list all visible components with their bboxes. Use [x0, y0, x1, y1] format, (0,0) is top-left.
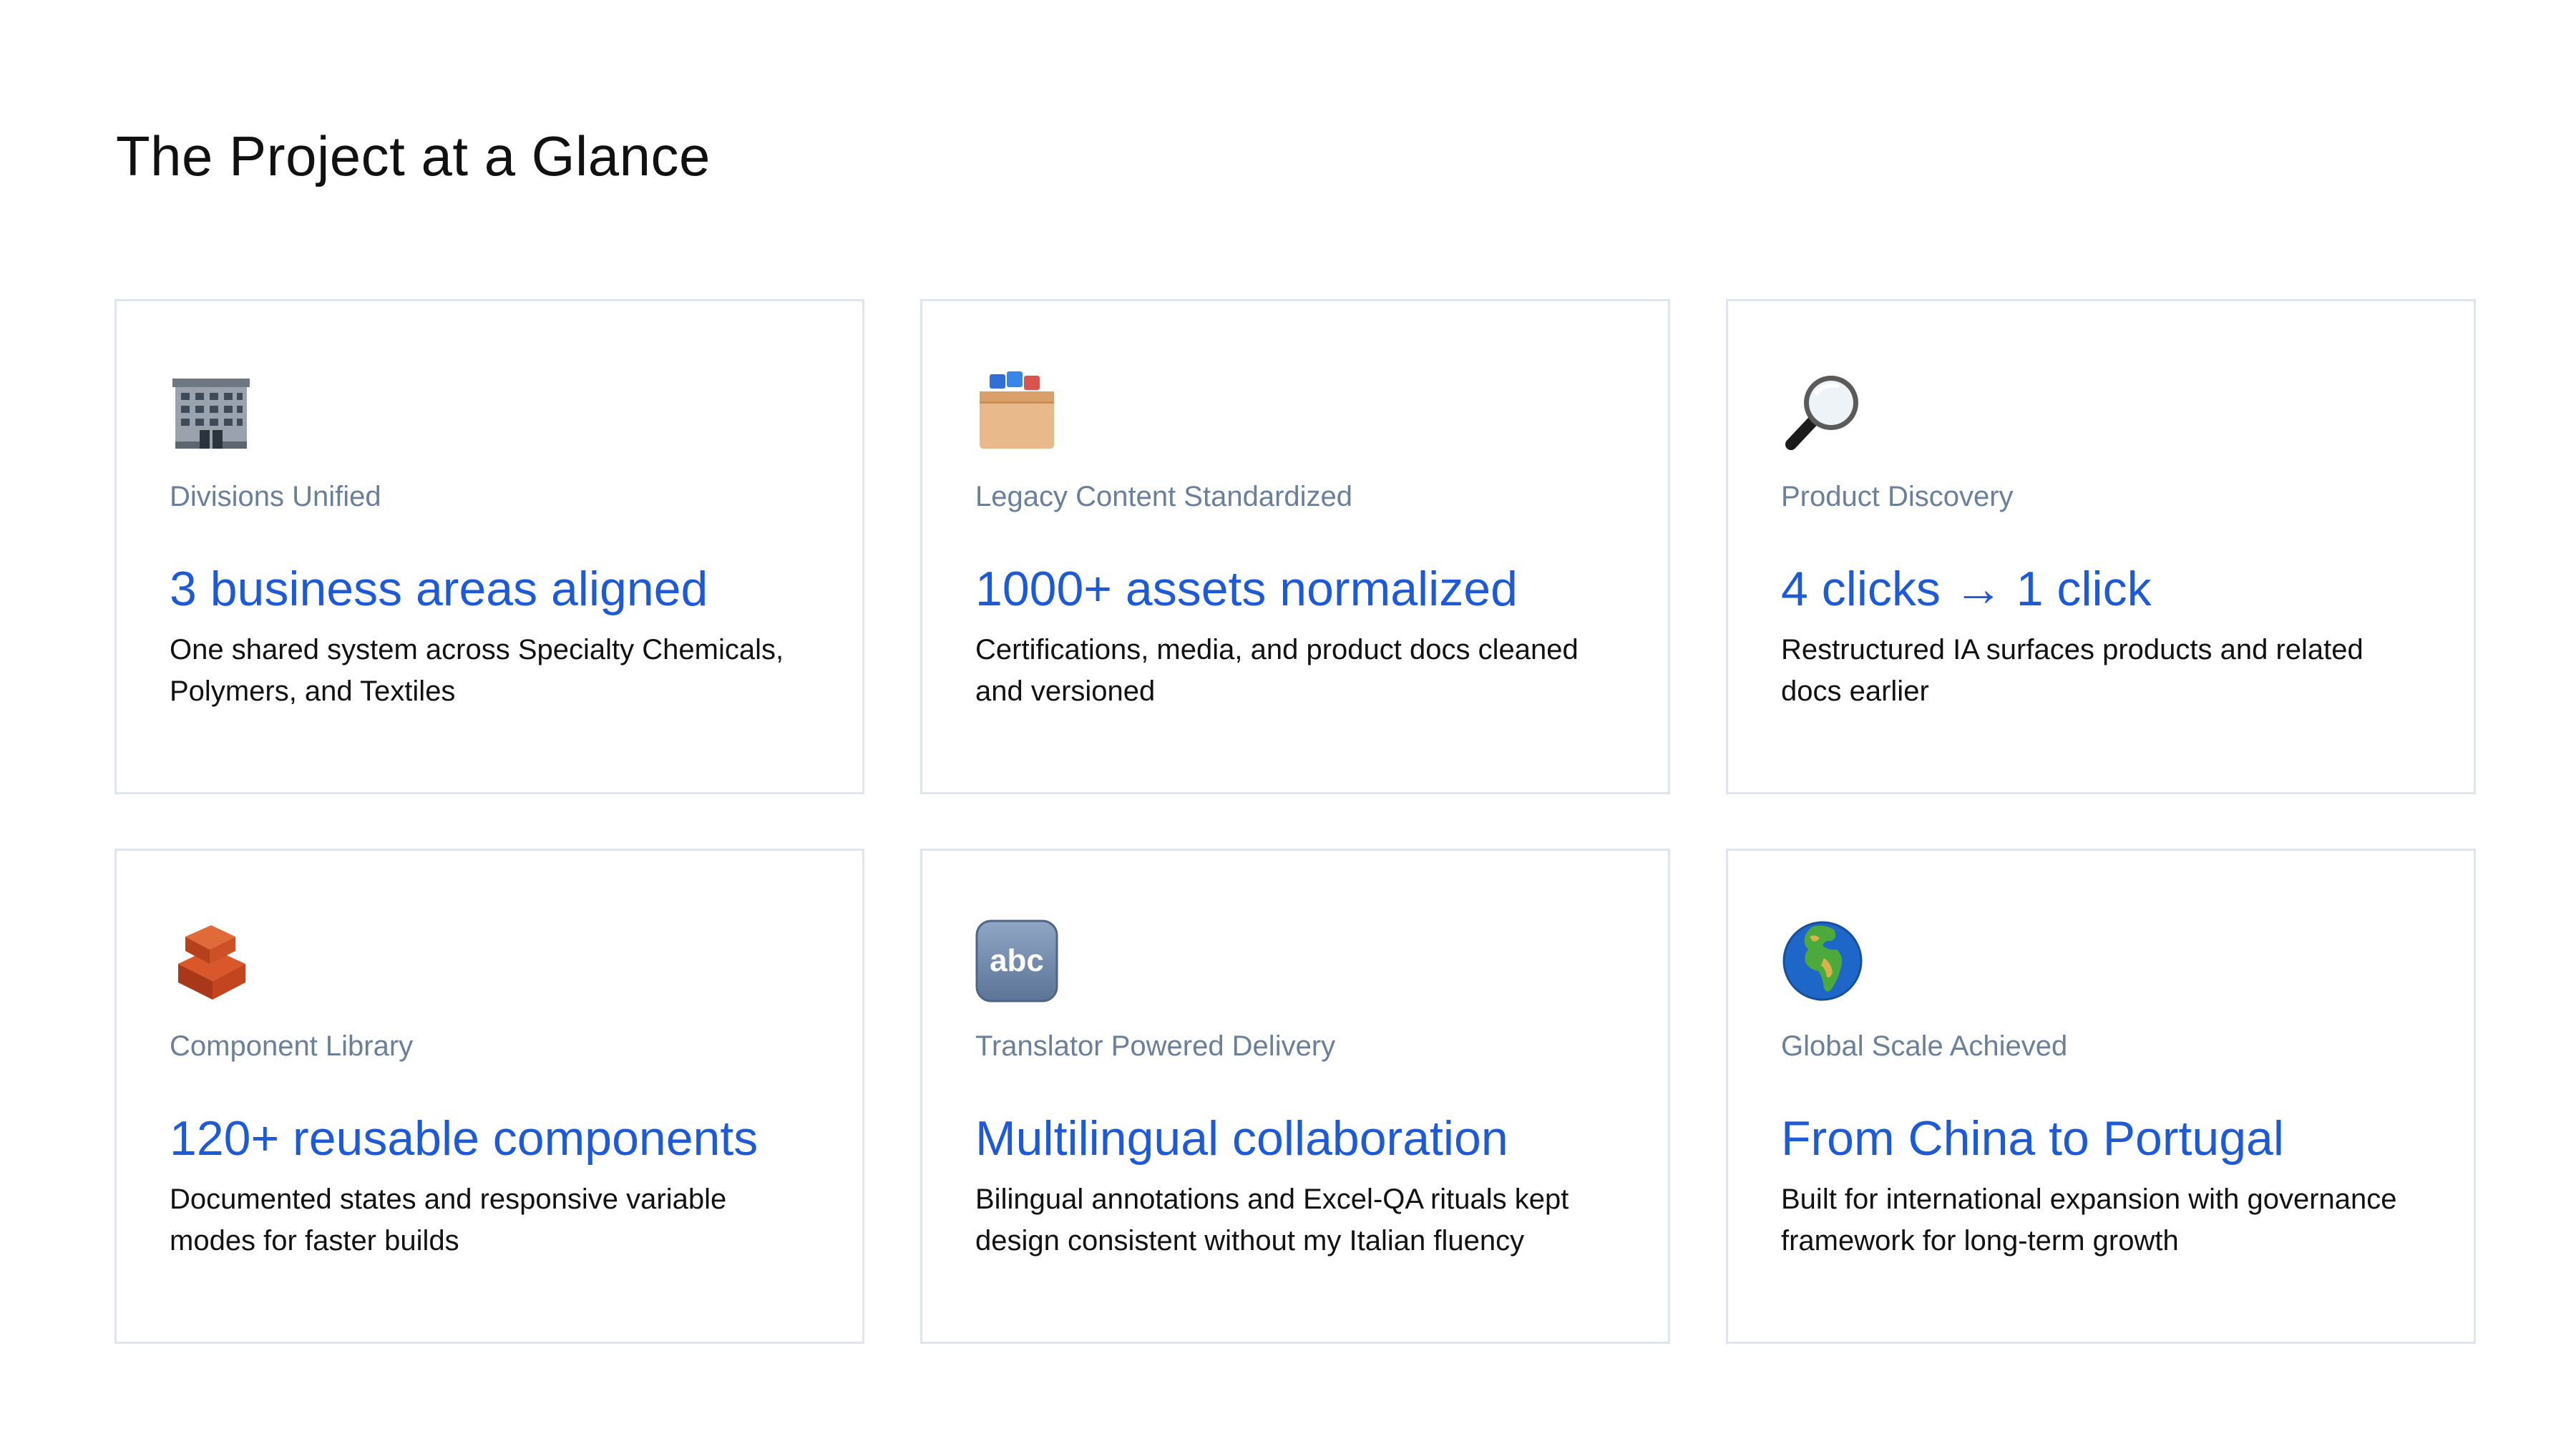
card-metric: From China to Portugal	[1781, 1111, 2284, 1166]
card-description: Bilingual annotations and Excel-QA ritua…	[975, 1184, 1569, 1257]
brick-icon	[170, 919, 253, 1002]
page-title: The Project at a Glance	[116, 125, 711, 187]
card-metric: 120+ reusable components	[170, 1111, 758, 1166]
card-metric: 1000+ assets normalized	[975, 562, 1518, 616]
card-label: Divisions Unified	[170, 481, 381, 512]
summary-card-divisions: Divisions Unified 3 business areas align…	[114, 299, 864, 794]
summary-card-grid: Divisions Unified 3 business areas align…	[114, 299, 2476, 1344]
summary-card-translator-delivery: abc Translator Powered Delivery Multilin…	[920, 849, 1670, 1344]
magnifying-glass-icon	[1781, 370, 1864, 453]
card-label: Component Library	[170, 1030, 414, 1062]
svg-text:abc: abc	[990, 943, 1044, 978]
card-description: Documented states and responsive variabl…	[170, 1184, 727, 1257]
card-description: Restructured IA surfaces products and re…	[1781, 634, 2363, 707]
card-label: Legacy Content Standardized	[975, 481, 1353, 512]
globe-europe-africa-icon	[1781, 919, 1864, 1002]
summary-card-legacy-content: Legacy Content Standardized 1000+ assets…	[920, 299, 1670, 794]
abc-letters-icon: abc	[975, 919, 1058, 1002]
card-metric: 4 clicks → 1 click	[1781, 562, 2152, 616]
card-metric: Multilingual collaboration	[975, 1111, 1508, 1166]
card-description: One shared system across Specialty Chemi…	[170, 634, 784, 707]
card-label: Translator Powered Delivery	[975, 1030, 1336, 1062]
office-building-icon	[170, 370, 253, 453]
card-label: Product Discovery	[1781, 481, 2014, 512]
summary-card-global-scale: Global Scale Achieved From China to Port…	[1726, 849, 2476, 1344]
card-label: Global Scale Achieved	[1781, 1030, 2068, 1062]
summary-card-product-discovery: Product Discovery 4 clicks → 1 click Res…	[1726, 299, 2476, 794]
summary-card-component-library: Component Library 120+ reusable componen…	[114, 849, 864, 1344]
card-file-box-icon	[975, 370, 1058, 453]
card-description: Certifications, media, and product docs …	[975, 634, 1579, 707]
card-metric: 3 business areas aligned	[170, 562, 708, 616]
card-description: Built for international expansion with g…	[1781, 1184, 2397, 1257]
